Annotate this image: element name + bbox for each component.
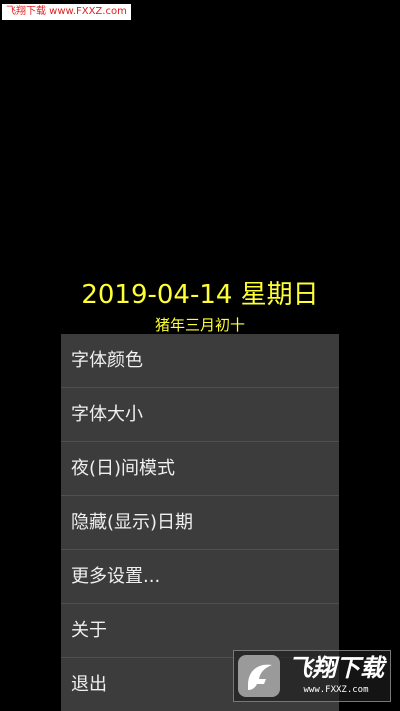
app-screen: 飞翔下载 www.FXXZ.com 2019-04-14 星期日 猪年三月初十 … [0,0,400,711]
watermark-banner: 飞翔下载 www.FXXZ.com [2,4,131,20]
clock-date: 2019-04-14 星期日 [81,280,319,310]
clock-lunar-date: 猪年三月初十 [154,316,245,334]
menu-item-font-size[interactable]: 字体大小 [61,388,339,442]
watermark-logo: 飞翔下载 www.FXXZ.com [233,650,391,702]
menu-item-toggle-date[interactable]: 隐藏(显示)日期 [61,496,339,550]
menu-item-font-color[interactable]: 字体颜色 [61,334,339,388]
logo-icon [238,655,280,697]
watermark-logo-text: 飞翔下载 [288,654,384,682]
watermark-logo-url: www.FXXZ.com [303,685,369,695]
menu-item-more-settings[interactable]: 更多设置... [61,550,339,604]
menu-item-night-mode[interactable]: 夜(日)间模式 [61,442,339,496]
